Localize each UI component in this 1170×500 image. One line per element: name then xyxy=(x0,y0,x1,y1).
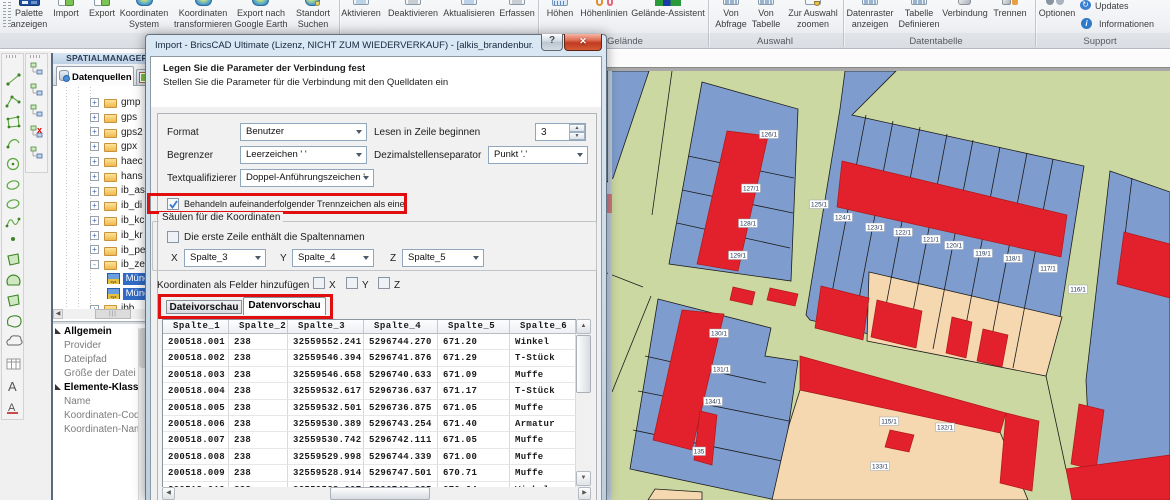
svg-text:122/1: 122/1 xyxy=(895,230,911,237)
svg-text:121/1: 121/1 xyxy=(923,237,939,244)
svg-text:119/1: 119/1 xyxy=(975,251,991,258)
svg-text:132/1: 132/1 xyxy=(937,425,953,432)
svg-text:A: A xyxy=(8,379,17,394)
svg-text:120/1: 120/1 xyxy=(946,243,962,250)
svg-text:131/1: 131/1 xyxy=(713,367,729,374)
svg-text:123/1: 123/1 xyxy=(867,225,883,232)
svg-text:130/1: 130/1 xyxy=(711,331,727,338)
svg-text:126/1: 126/1 xyxy=(761,132,777,139)
svg-text:129/1: 129/1 xyxy=(730,253,746,260)
svg-text:115/1: 115/1 xyxy=(881,419,897,426)
svg-text:128/1: 128/1 xyxy=(740,221,756,228)
svg-text:135: 135 xyxy=(694,449,705,456)
svg-text:127/1: 127/1 xyxy=(743,186,759,193)
svg-text:133/1: 133/1 xyxy=(872,464,888,471)
svg-text:134/1: 134/1 xyxy=(705,399,721,406)
svg-text:124/1: 124/1 xyxy=(835,215,851,222)
svg-text:116/1: 116/1 xyxy=(1070,287,1086,294)
svg-text:125/1: 125/1 xyxy=(811,202,827,209)
svg-text:117/1: 117/1 xyxy=(1040,266,1056,273)
svg-text:118/1: 118/1 xyxy=(1005,256,1021,263)
svg-text:A: A xyxy=(8,402,16,414)
svg-text:x: x xyxy=(37,125,42,135)
